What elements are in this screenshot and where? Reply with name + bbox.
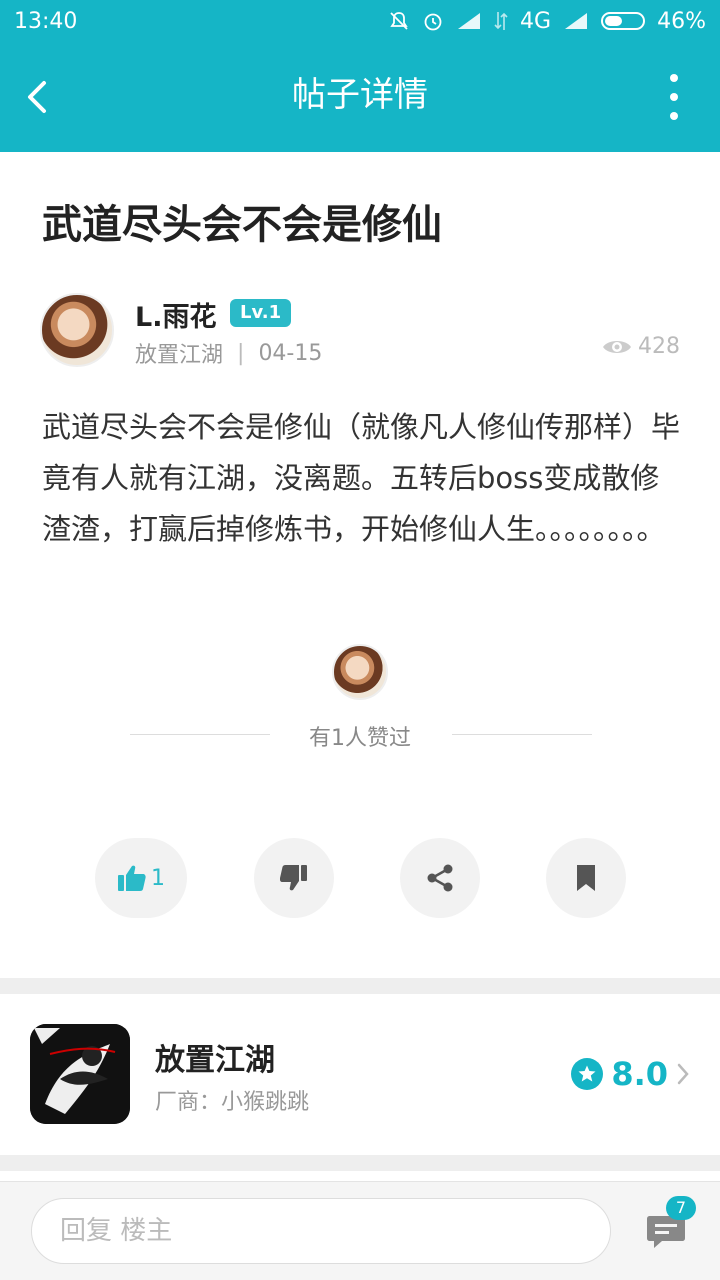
signal-icon xyxy=(456,11,482,31)
post-body: 武道尽头会不会是修仙（就像凡人修仙传那样）毕竟有人就有江湖，没离题。五转后bos… xyxy=(42,410,681,546)
game-rating: 8.0 xyxy=(571,1055,690,1093)
status-icons: 4G 46% xyxy=(388,9,706,34)
signal-icon-2 xyxy=(563,11,589,31)
network-type: 4G xyxy=(520,8,552,34)
alarm-icon xyxy=(422,10,444,32)
meta-separator: | xyxy=(237,340,245,366)
battery-icon xyxy=(601,12,646,30)
post-title: 武道尽头会不会是修仙 xyxy=(42,202,442,248)
view-count: 428 xyxy=(602,334,680,359)
game-icon xyxy=(30,1024,130,1124)
post-detail-screen: 13:40 4G 46% 帖子详情 武道尽头会不会是修仙 L.雨花 Lv.1 放… xyxy=(0,0,720,1280)
share-icon xyxy=(427,864,453,892)
star-icon xyxy=(571,1058,604,1090)
thumb-down-icon xyxy=(280,865,307,891)
like-button[interactable]: 1 xyxy=(95,838,187,918)
more-options-button[interactable] xyxy=(664,74,684,120)
likes-summary[interactable]: 有1人赞过 xyxy=(0,720,720,752)
bookmark-button[interactable] xyxy=(546,838,626,918)
divider-line xyxy=(452,734,592,735)
data-transfer-icon xyxy=(494,10,508,32)
bookmark-icon xyxy=(577,865,595,891)
author-name[interactable]: L.雨花 xyxy=(135,295,216,334)
level-badge: Lv.1 xyxy=(230,299,292,327)
more-vert-icon-dot xyxy=(670,93,678,101)
battery-percent: 46% xyxy=(657,8,706,34)
view-count-value: 428 xyxy=(638,334,680,359)
post-date: 04-15 xyxy=(258,340,323,366)
comment-count-badge: 7 xyxy=(666,1196,696,1220)
liker-avatar[interactable] xyxy=(332,644,388,700)
section-divider xyxy=(0,1155,720,1171)
thumb-up-icon xyxy=(118,865,146,891)
mute-icon xyxy=(388,10,410,32)
rating-score: 8.0 xyxy=(611,1055,668,1093)
board-name[interactable]: 放置江湖 xyxy=(135,337,223,369)
author-meta: 放置江湖 | 04-15 xyxy=(135,337,322,369)
game-name: 放置江湖 xyxy=(155,1043,275,1078)
game-vendor: 厂商：小猴跳跳 xyxy=(155,1090,310,1115)
like-count: 1 xyxy=(151,865,165,891)
eye-icon xyxy=(603,340,631,353)
share-button[interactable] xyxy=(400,838,480,918)
chevron-right-icon xyxy=(677,1063,689,1085)
more-vert-icon-dot xyxy=(670,112,678,120)
reply-input[interactable]: 回复 楼主 xyxy=(31,1198,611,1264)
status-time: 13:40 xyxy=(14,8,78,34)
section-divider xyxy=(0,978,720,994)
more-vert-icon-dot xyxy=(670,74,678,82)
status-bar: 13:40 4G 46% xyxy=(0,0,720,42)
reply-bar: 回复 楼主 7 xyxy=(0,1181,720,1280)
page-title: 帖子详情 xyxy=(292,75,428,115)
author-avatar[interactable] xyxy=(40,293,114,367)
dislike-button[interactable] xyxy=(254,838,334,918)
app-bar: 帖子详情 xyxy=(0,42,720,152)
